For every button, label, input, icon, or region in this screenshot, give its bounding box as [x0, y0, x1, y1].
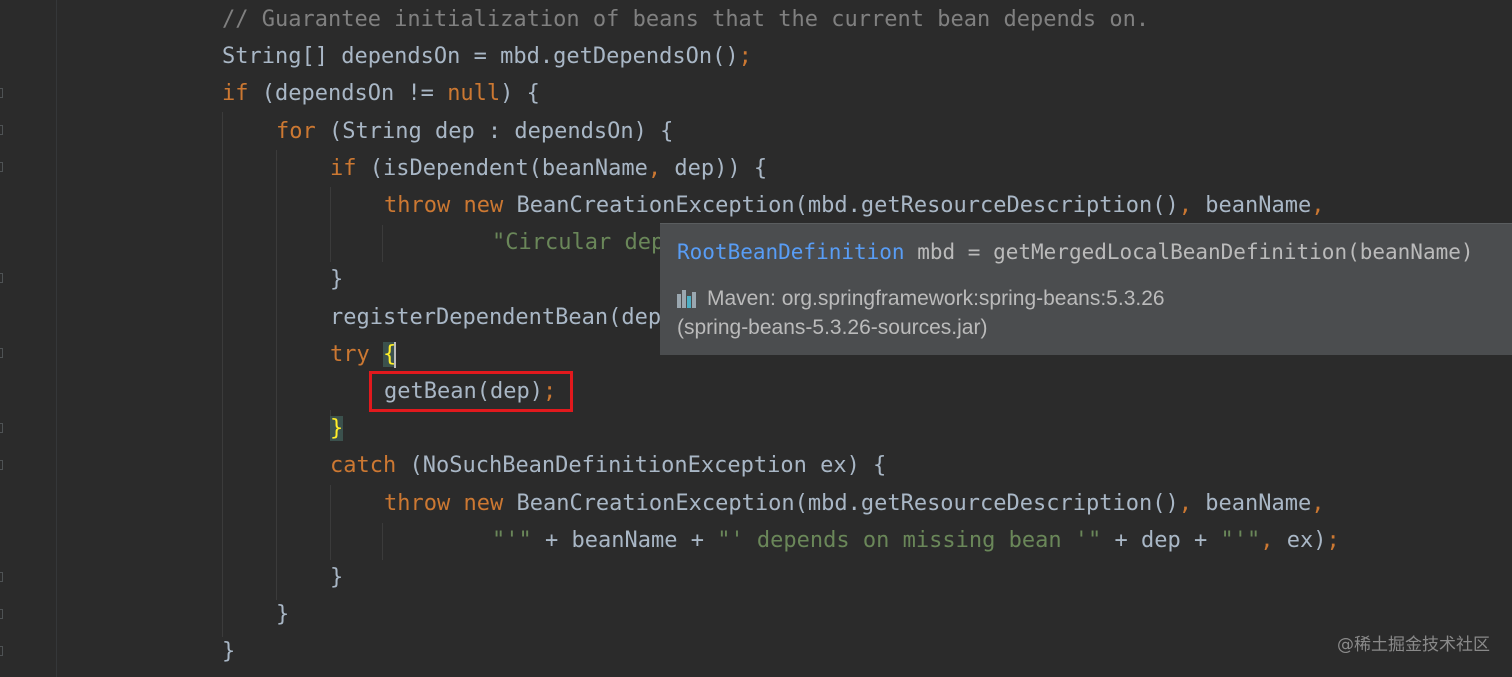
code-token: String[] dependsOn = mbd.getDependsOn() — [222, 44, 739, 70]
maven-library-icon — [677, 288, 701, 308]
code-line[interactable]: for (String dep : dependsOn) { — [276, 113, 673, 150]
code-token: if — [330, 155, 357, 181]
code-token: (NoSuchBeanDefinitionException ex) { — [396, 453, 887, 479]
fold-marker[interactable] — [0, 125, 3, 135]
code-token: } — [330, 416, 344, 442]
code-token: beanName — [1191, 193, 1312, 218]
code-line[interactable]: catch (NoSuchBeanDefinitionException ex)… — [330, 447, 886, 484]
text-caret — [394, 341, 397, 368]
code-token: + dep + — [1101, 527, 1221, 553]
code-token: try — [330, 341, 370, 367]
code-token: } — [330, 565, 344, 590]
code-token: , — [1311, 193, 1325, 218]
code-token: throw new — [384, 193, 504, 218]
code-token: for — [276, 118, 316, 144]
code-token: , — [1260, 527, 1274, 553]
fold-marker[interactable] — [0, 460, 3, 470]
code-token: BeanCreationException(mbd.getResourceDes… — [503, 193, 1179, 218]
indent-guide — [382, 523, 383, 560]
code-token: "' depends on missing bean '" — [717, 527, 1102, 553]
code-line[interactable]: } — [330, 261, 343, 298]
code-line[interactable]: // Guarantee initialization of beans tha… — [222, 1, 1149, 38]
popup-type-link[interactable]: RootBeanDefinition — [677, 240, 905, 264]
code-token: BeanCreationException(mbd.getResourceDes… — [503, 490, 1179, 516]
fold-marker[interactable] — [0, 423, 3, 433]
indent-guide — [330, 485, 331, 560]
popup-signature-text: mbd = getMergedLocalBeanDefinition(beanN… — [904, 240, 1474, 264]
code-line[interactable]: if (dependsOn != null) { — [222, 75, 540, 112]
code-line[interactable]: } — [330, 410, 344, 447]
code-line[interactable]: } — [330, 559, 343, 596]
code-token: if — [222, 81, 249, 107]
popup-signature: RootBeanDefinition mbd = getMergedLocalB… — [677, 240, 1474, 264]
code-line[interactable]: if (isDependent(beanName, dep)) { — [330, 150, 767, 187]
code-token: , — [1311, 490, 1325, 516]
code-line[interactable]: } — [222, 633, 235, 670]
fold-marker[interactable] — [0, 572, 3, 582]
code-token: beanName — [1191, 490, 1312, 516]
code-token: , — [1178, 193, 1192, 218]
code-token: "'" — [492, 527, 532, 553]
popup-source-info: Maven: org.springframework:spring-beans:… — [677, 284, 1165, 342]
code-token: ; — [1326, 527, 1340, 553]
code-token: ; — [738, 44, 752, 70]
indent-guide — [222, 112, 223, 637]
code-token: throw new — [384, 490, 504, 516]
code-token: + beanName + — [531, 527, 718, 553]
code-token: (isDependent(beanName — [356, 155, 648, 181]
indent-guide — [330, 187, 331, 262]
code-token: dep)) { — [661, 155, 768, 181]
indent-guide — [276, 150, 277, 600]
code-token: (dependsOn != — [248, 81, 448, 107]
code-line[interactable]: "'" + beanName + "' depends on missing b… — [492, 522, 1340, 559]
fold-marker[interactable] — [0, 273, 3, 283]
code-line[interactable]: registerDependentBean(dep — [330, 299, 661, 336]
gutter-divider — [56, 0, 57, 677]
code-editor[interactable]: // Guarantee initialization of beans tha… — [0, 0, 1512, 677]
code-line[interactable]: try { — [330, 336, 397, 373]
code-token: null — [447, 81, 501, 107]
code-token: , — [647, 155, 662, 181]
code-line[interactable]: throw new BeanCreationException(mbd.getR… — [384, 187, 1324, 224]
fold-marker[interactable] — [0, 646, 3, 656]
watermark: @稀土掘金技术社区 — [1337, 635, 1490, 655]
quick-documentation-popup[interactable]: RootBeanDefinition mbd = getMergedLocalB… — [660, 223, 1512, 355]
code-token: , — [1178, 490, 1192, 516]
code-token: } — [330, 267, 344, 293]
code-token: (String dep : dependsOn) { — [315, 118, 674, 144]
code-token: "'" — [1220, 527, 1261, 553]
code-token: catch — [330, 453, 397, 479]
popup-source-jar: (spring-beans-5.3.26-sources.jar) — [677, 316, 988, 339]
code-token: "Circular dep — [492, 230, 665, 256]
code-line[interactable]: String[] dependsOn = mbd.getDependsOn(); — [222, 38, 752, 75]
popup-source-library: Maven: org.springframework:spring-beans:… — [707, 287, 1165, 310]
code-token: } — [222, 639, 236, 665]
fold-marker[interactable] — [0, 348, 3, 358]
fold-marker[interactable] — [0, 162, 3, 172]
code-token: registerDependentBean(dep — [330, 304, 662, 330]
fold-marker[interactable] — [0, 609, 3, 619]
code-token: } — [276, 602, 290, 628]
code-token: // Guarantee initialization of beans tha… — [222, 7, 1150, 32]
code-token: ) { — [500, 81, 540, 107]
annotation-highlight-box — [369, 371, 573, 412]
code-line[interactable]: throw new BeanCreationException(mbd.getR… — [384, 485, 1324, 522]
indent-guide — [382, 225, 383, 262]
code-line[interactable]: "Circular dep — [492, 224, 664, 261]
code-line[interactable]: } — [276, 596, 289, 633]
code-token: ex) — [1273, 527, 1327, 553]
fold-marker[interactable] — [0, 88, 3, 98]
